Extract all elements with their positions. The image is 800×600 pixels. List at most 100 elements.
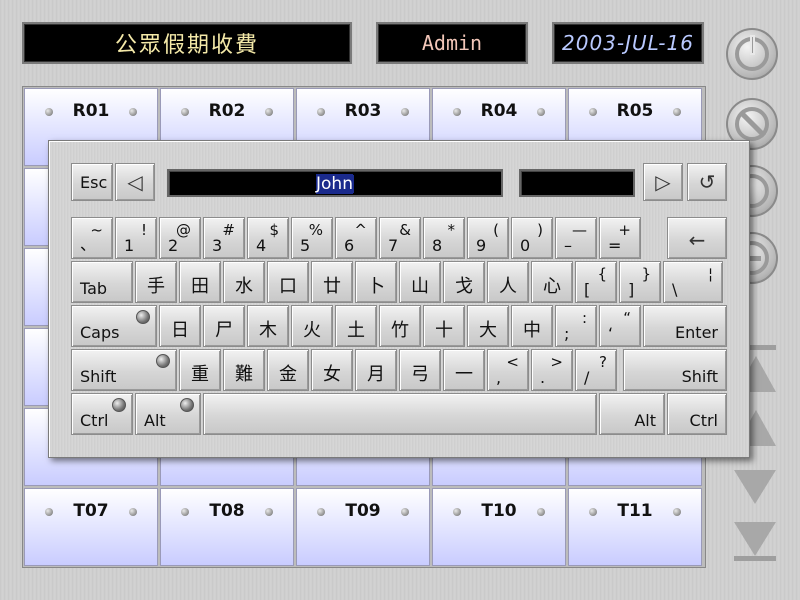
punct-key[interactable]: “‘ (599, 305, 641, 347)
key-char: 金 (279, 364, 297, 385)
cangjie-key[interactable]: 木 (247, 305, 289, 347)
number-key[interactable]: @2 (159, 217, 201, 259)
cangjie-key[interactable]: 戈 (443, 261, 485, 303)
shift-left-key[interactable]: Shift (71, 349, 177, 391)
room-tile[interactable]: T11 (568, 488, 702, 566)
shift-right-label: Shift (681, 367, 718, 386)
cangjie-key[interactable]: 卜 (355, 261, 397, 303)
led-icon (265, 108, 273, 116)
text-cursor (352, 175, 354, 193)
cangjie-key[interactable]: 土 (335, 305, 377, 347)
number-key[interactable]: ! 1 (115, 217, 157, 259)
key-char: 人 (499, 276, 517, 297)
shift-right-key[interactable]: Shift (623, 349, 727, 391)
secondary-input[interactable] (519, 169, 635, 197)
cangjie-key[interactable]: 竹 (379, 305, 421, 347)
key-shift-char: ) (537, 221, 543, 239)
punct-key[interactable]: {[ (575, 261, 617, 303)
key-shift-char: — (572, 221, 587, 239)
key-base-char: ] (628, 280, 635, 299)
page-down-button[interactable] (734, 470, 776, 504)
forward-arrow-key[interactable]: ▷ (643, 163, 683, 201)
cangjie-key[interactable]: 火 (291, 305, 333, 347)
key-base-char: , (496, 368, 502, 387)
cangjie-key[interactable]: 手 (135, 261, 177, 303)
room-tile[interactable]: T07 (24, 488, 158, 566)
number-key[interactable]: * 8 (423, 217, 465, 259)
text-input[interactable]: John (167, 169, 503, 197)
key-shift-char: $ (269, 221, 279, 239)
key-base-char: 、 (80, 235, 97, 254)
key-shift-char: ! (140, 221, 147, 239)
cangjie-key[interactable]: 金 (267, 349, 309, 391)
number-key[interactable]: $4 (247, 217, 289, 259)
undo-key[interactable]: ↺ (687, 163, 727, 201)
enter-key[interactable]: Enter (643, 305, 727, 347)
backspace-key[interactable]: ← (667, 217, 727, 259)
right-triangle-icon: ▷ (655, 170, 671, 194)
space-key[interactable] (203, 393, 597, 435)
page-bottom-button[interactable] (734, 522, 776, 556)
cangjie-key[interactable]: 口 (267, 261, 309, 303)
key-char: 月 (367, 364, 385, 385)
cangjie-key[interactable]: 心 (531, 261, 573, 303)
room-tile[interactable]: T08 (160, 488, 294, 566)
punct-key[interactable]: }] (619, 261, 661, 303)
number-key[interactable]: (9 (467, 217, 509, 259)
key-shift-char: ^ (354, 221, 367, 239)
key-shift-char: > (550, 353, 563, 371)
ctrl-left-key[interactable]: Ctrl (71, 393, 133, 435)
key-char: 卜 (367, 276, 385, 297)
caps-key[interactable]: Caps (71, 305, 157, 347)
room-label: T07 (73, 501, 109, 521)
cangjie-key[interactable]: 山 (399, 261, 441, 303)
backspace-arrow-key[interactable]: ◁ (115, 163, 155, 201)
led-icon (673, 108, 681, 116)
alt-left-key[interactable]: Alt (135, 393, 201, 435)
number-key[interactable]: & 7 (379, 217, 421, 259)
cangjie-key[interactable]: 大 (467, 305, 509, 347)
cangjie-key[interactable]: 人 (487, 261, 529, 303)
key-base-char: / (584, 368, 590, 387)
tab-key[interactable]: Tab (71, 261, 133, 303)
cangjie-key[interactable]: 一 (443, 349, 485, 391)
cangjie-key[interactable]: 女 (311, 349, 353, 391)
key-char: 尸 (215, 320, 233, 341)
cangjie-key[interactable]: 田 (179, 261, 221, 303)
number-key[interactable]: ~、 (71, 217, 113, 259)
room-tile[interactable]: T09 (296, 488, 430, 566)
alt-right-key[interactable]: Alt (599, 393, 665, 435)
room-label: R05 (616, 101, 654, 121)
cangjie-key[interactable]: 弓 (399, 349, 441, 391)
esc-key[interactable]: Esc (71, 163, 113, 201)
number-key[interactable]: + = (599, 217, 641, 259)
cangjie-key[interactable]: 廿 (311, 261, 353, 303)
led-icon (265, 508, 273, 516)
cangjie-key[interactable]: 月 (355, 349, 397, 391)
power-button[interactable] (726, 28, 778, 80)
punct-key[interactable]: ? / (575, 349, 617, 391)
key-char: 大 (479, 320, 497, 341)
room-tile[interactable]: T10 (432, 488, 566, 566)
punct-key[interactable]: <, (487, 349, 529, 391)
led-icon (401, 108, 409, 116)
number-key[interactable]: — – (555, 217, 597, 259)
cangjie-key[interactable]: 難 (223, 349, 265, 391)
punct-key[interactable]: :; (555, 305, 597, 347)
punct-key[interactable]: ¦ \ (663, 261, 723, 303)
cangjie-key[interactable]: 水 (223, 261, 265, 303)
cangjie-key[interactable]: 十 (423, 305, 465, 347)
punct-key[interactable]: >. (531, 349, 573, 391)
key-char: 木 (259, 320, 277, 341)
room-label: T09 (345, 501, 381, 521)
ctrl-right-key[interactable]: Ctrl (667, 393, 727, 435)
key-shift-char: & (399, 221, 411, 239)
cangjie-key[interactable]: 重 (179, 349, 221, 391)
cangjie-key[interactable]: 日 (159, 305, 201, 347)
number-key[interactable]: ) 0 (511, 217, 553, 259)
number-key[interactable]: ^ 6 (335, 217, 377, 259)
number-key[interactable]: #3 (203, 217, 245, 259)
cangjie-key[interactable]: 中 (511, 305, 553, 347)
cangjie-key[interactable]: 尸 (203, 305, 245, 347)
number-key[interactable]: % 5 (291, 217, 333, 259)
